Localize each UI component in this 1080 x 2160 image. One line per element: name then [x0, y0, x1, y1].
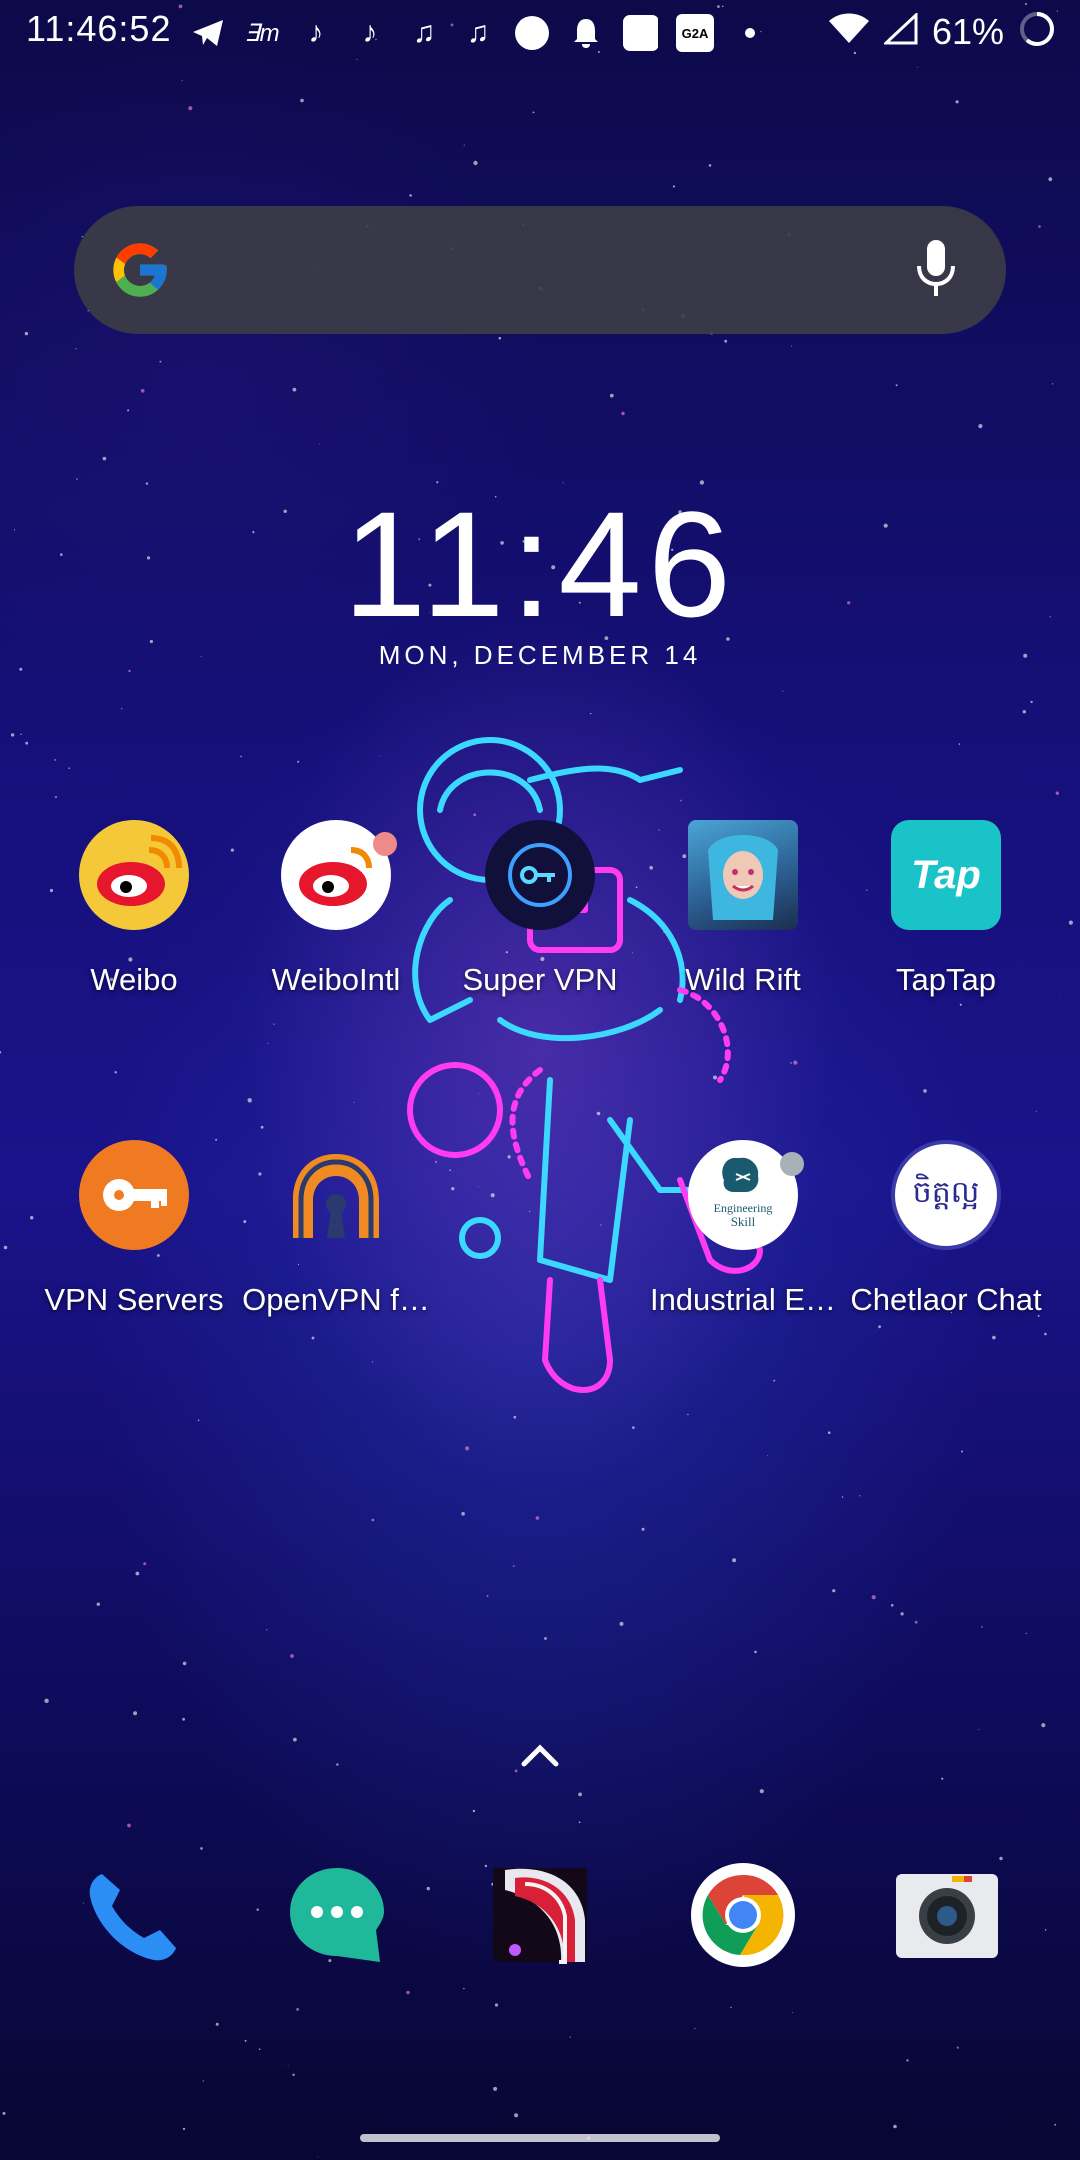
mic-icon[interactable]	[914, 238, 958, 302]
app-vpn-servers[interactable]: VPN Servers	[34, 1140, 234, 1318]
weibointl-icon	[281, 820, 397, 930]
app-openvpn[interactable]: OpenVPN f…	[236, 1140, 436, 1318]
circle-icon	[514, 15, 550, 51]
battery-icon	[1018, 10, 1056, 53]
taptap-logo-text: Tap	[911, 852, 981, 897]
app-industrial-engineering[interactable]: Engineering Skill Industrial E…	[643, 1140, 843, 1318]
tiktok-icon: ♪	[308, 16, 324, 49]
battery-percent: 61%	[931, 10, 1004, 52]
game-icon[interactable]	[485, 1860, 595, 1970]
openvpn-icon	[281, 1140, 391, 1250]
app-weibointl[interactable]: WeiboIntl	[236, 820, 436, 998]
messages-icon[interactable]	[282, 1860, 392, 1970]
skill-text: Skill	[731, 1214, 756, 1229]
chetlaor-logo-text: ចិត្តល្អ	[912, 1175, 980, 1210]
app-chetlaor-chat[interactable]: ចិត្តល្អ Chetlaor Chat	[846, 1140, 1046, 1318]
app-wild-rift[interactable]: Wild Rift	[643, 820, 843, 998]
app-weibo[interactable]: Weibo	[34, 820, 234, 998]
camera-icon[interactable]	[892, 1860, 1002, 1970]
dot-icon	[732, 15, 768, 51]
tiktok-icon: ♪	[362, 16, 378, 49]
app-super-vpn[interactable]: Super VPN	[440, 820, 640, 998]
g2a-icon: G2A	[676, 14, 714, 52]
status-right: 61%	[828, 10, 1056, 53]
app-taptap[interactable]: Tap TapTap	[846, 820, 1046, 998]
app-label: Chetlaor Chat	[850, 1282, 1042, 1317]
vpn-servers-icon	[79, 1140, 189, 1250]
app-label: Super VPN	[462, 962, 618, 997]
chevron-up-icon[interactable]	[520, 1740, 560, 1770]
engineering-text: Engineering	[714, 1201, 773, 1215]
status-bar: 11:46:52 ∃m ♪ ♪ ♫ ♫ G2A 61%	[0, 0, 1080, 64]
phone-icon[interactable]	[80, 1860, 190, 1970]
bell-icon	[568, 15, 604, 51]
google-g-logo	[113, 243, 167, 297]
music-note-icon: ♫	[466, 16, 490, 49]
weibo-icon	[79, 820, 189, 930]
industrial-engineering-icon: Engineering Skill	[688, 1140, 804, 1250]
notification-icons: ∃m ♪ ♪ ♫ ♫ G2A	[190, 14, 768, 52]
square-icon	[622, 15, 658, 51]
wifi-icon	[828, 13, 870, 50]
notification-dot	[373, 832, 397, 856]
app-label: TapTap	[896, 962, 996, 997]
telegram-icon	[190, 15, 226, 51]
em-app-icon: ∃m	[244, 19, 280, 47]
gesture-nav-bar[interactable]	[360, 2134, 720, 2142]
chetlaor-chat-icon: ចិត្តល្អ	[891, 1140, 1001, 1250]
clock-widget-date[interactable]: MON, DECEMBER 14	[0, 640, 1080, 671]
app-label: Wild Rift	[685, 962, 801, 997]
clock-widget-time[interactable]: 11:46	[0, 478, 1080, 651]
app-label: WeiboIntl	[271, 962, 401, 997]
chrome-icon[interactable]	[688, 1860, 798, 1970]
google-search-bar[interactable]	[74, 206, 1006, 334]
super-vpn-icon	[485, 820, 595, 930]
app-label: VPN Servers	[44, 1282, 224, 1317]
notification-dot	[780, 1152, 804, 1176]
app-label: Weibo	[90, 962, 178, 997]
music-note-icon: ♫	[412, 16, 436, 49]
wild-rift-icon	[688, 820, 798, 930]
status-time: 11:46:52	[26, 8, 172, 49]
taptap-icon: Tap	[891, 820, 1001, 930]
app-label: Industrial E…	[649, 1282, 837, 1317]
app-label: OpenVPN f…	[242, 1282, 430, 1317]
cell-signal-icon	[882, 11, 918, 50]
